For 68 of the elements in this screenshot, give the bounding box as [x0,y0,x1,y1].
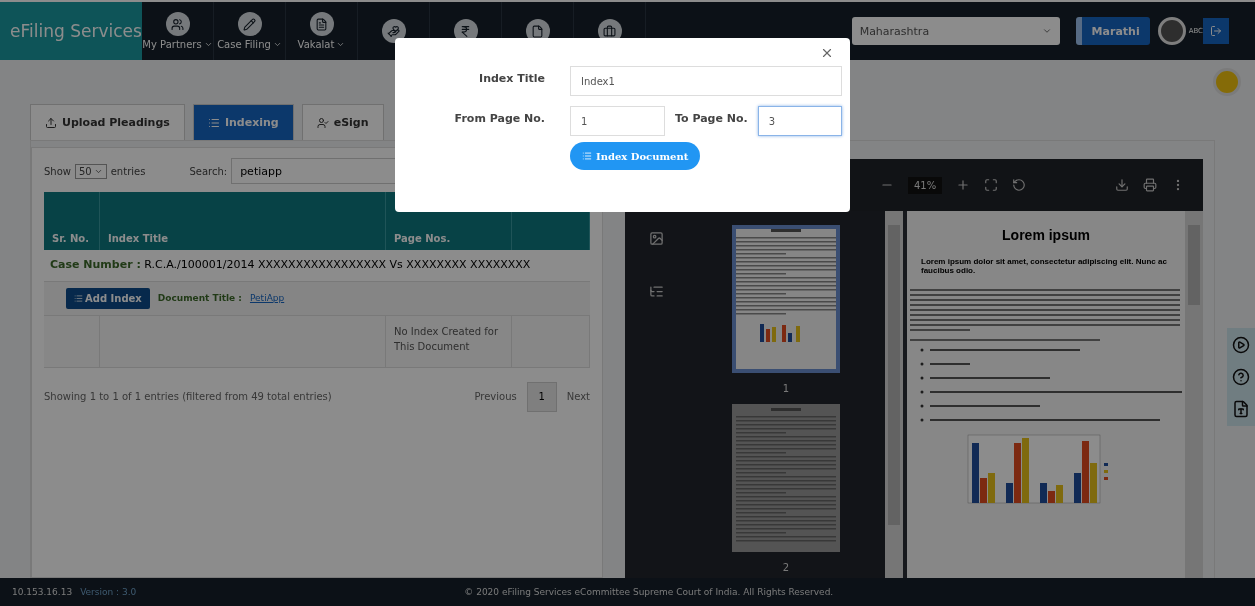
column-header[interactable]: Index Title [100,192,386,250]
fit-page-icon[interactable] [984,178,999,192]
document-link[interactable]: PetiApp [249,293,285,304]
caret-icon [272,40,282,49]
hands-icon [381,19,406,43]
ip-address: 10.153.16.13 [12,587,73,597]
language-button[interactable]: Marathi [1075,17,1150,45]
download-icon[interactable] [1115,178,1129,192]
index-title-field[interactable]: Index1 [570,66,842,96]
table-cell: No Index Created for This Document [386,315,512,367]
scrollbar[interactable] [1185,211,1203,578]
table-info: Showing 1 to 1 of 1 entries (filtered from 49 total entries) [44,391,332,403]
people-icon [165,12,190,36]
version-text: Version : 3.0 [80,587,137,597]
case-number-text: Case Number : R.C.A./100001/2014 XXXXXXXXXXXXXXXXX Vs XXXXXXXX XXXXXXXX [44,250,590,282]
tab[interactable]: Upload Pleadings [30,104,185,140]
tab[interactable]: Indexing [192,104,294,140]
page-number: 2 [782,562,790,573]
column-header[interactable]: Sr. No. [44,192,100,250]
page-button[interactable]: 1 [526,381,557,412]
field-label: From Page No. [453,111,545,127]
zoom-in-icon[interactable] [956,178,971,192]
caret-icon [203,40,213,49]
zoom-level: 41% [908,176,943,194]
pdf-file-icon[interactable] [1232,400,1250,418]
list-icon [74,293,83,303]
rotate-icon[interactable] [1012,178,1027,192]
page-lead-text: Lorem ipsum dolor sit amet, consectetur adipiscing elit. Nunc ac faucibus odio. [921,257,1168,275]
nav-menu-item[interactable]: Case Filing [214,2,286,60]
previous-link[interactable]: Previous [474,391,517,403]
caret-icon [336,40,346,49]
next-link[interactable]: Next [566,391,590,403]
list-icon [582,151,592,161]
entries-label: entries [110,165,146,177]
nav-menu-item[interactable]: Vakalat [286,2,358,60]
show-label: Show [44,165,71,177]
avatar[interactable] [1157,17,1186,45]
state-select[interactable]: Maharashtra [851,17,1060,45]
close-icon [820,46,834,60]
to-page-field[interactable]: 3 [757,106,842,136]
scrollbar[interactable] [885,211,903,578]
play-icon[interactable] [1232,336,1250,354]
logout-button[interactable] [1203,18,1229,44]
brand-title[interactable]: eFiling Services [0,2,142,60]
document-title-label: Document Title : [157,293,242,304]
help-icon[interactable] [1232,368,1250,386]
index-document-button[interactable]: Index Document [570,142,701,170]
print-icon[interactable] [1143,178,1157,192]
logout-icon [1210,25,1222,37]
pencil-icon [237,12,262,36]
from-page-field[interactable]: 1 [570,106,665,136]
caret-icon [1041,26,1052,36]
page-title: Lorem ipsum [1002,227,1090,243]
search-label: Search: [189,165,228,177]
list-icon [207,116,220,129]
page-number: 1 [782,383,790,394]
nav-menu-item[interactable]: My Partners [142,2,214,60]
upload-icon [45,116,57,129]
copyright-text: © 2020 eFiling Services eCommittee Supreme Court of India. All Rights Reserved. [464,587,834,597]
user-check-icon [316,116,329,129]
add-index-button[interactable]: Add Index [66,287,150,309]
thumbnail-view-icon[interactable] [648,231,664,246]
outline-view-icon[interactable] [648,284,664,299]
tab[interactable]: eSign [301,104,384,140]
field-label: To Page No. [675,111,748,125]
field-label: Index Title [478,71,545,87]
document-icon [309,12,334,36]
page-size-select[interactable]: 50 [75,163,107,179]
